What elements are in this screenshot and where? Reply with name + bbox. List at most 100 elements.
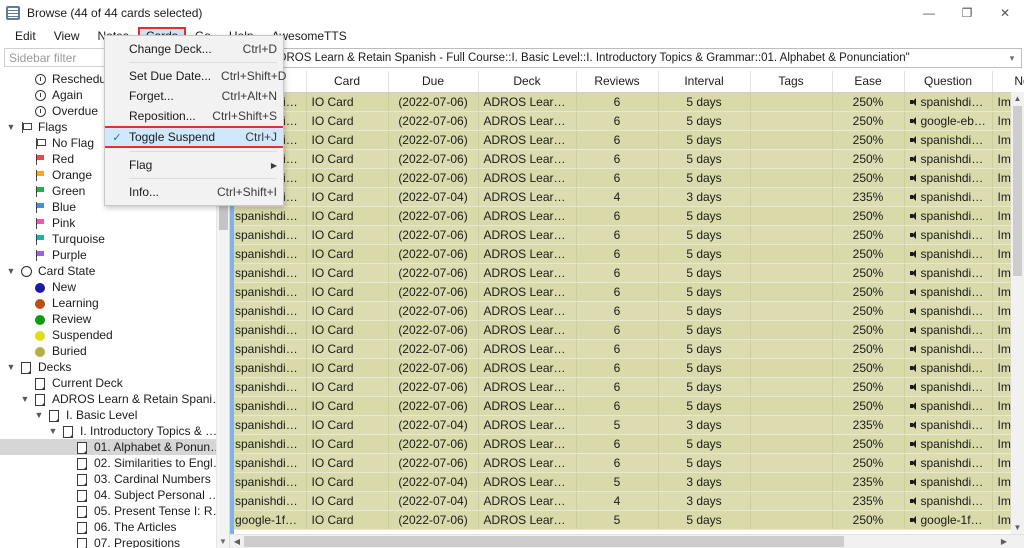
cell-deck[interactable]: ADROS Learn &... (478, 320, 577, 340)
cell-tags[interactable] (750, 320, 833, 340)
sidebar-item-02-similarities-to-english[interactable]: 02. Similarities to English & ... (0, 455, 229, 471)
cell-card[interactable]: IO Card (306, 130, 389, 150)
cell-tags[interactable] (750, 339, 833, 359)
cell-ease[interactable]: 250% (832, 320, 905, 340)
cell-interval[interactable]: 5 days (658, 282, 751, 302)
cell-sort-field[interactable]: spanishdict-1c... (230, 396, 307, 416)
table-row[interactable]: spanishdict-5a...IO Card(2022-07-06)ADRO… (230, 92, 1024, 112)
cell-deck[interactable]: ADROS Learn &... (478, 149, 577, 169)
cell-due[interactable]: (2022-07-06) (388, 301, 479, 321)
cell-due[interactable]: (2022-07-06) (388, 149, 479, 169)
cell-card[interactable]: IO Card (306, 187, 389, 207)
cell-question[interactable]: spanishdict-... (904, 396, 993, 416)
cell-question[interactable]: spanishdict-... (904, 187, 993, 207)
cell-ease[interactable]: 250% (832, 434, 905, 454)
cell-reviews[interactable]: 6 (576, 206, 659, 226)
table-row[interactable]: spanishdict-00...IO Card(2022-07-06)ADRO… (230, 263, 1024, 283)
cell-sort-field[interactable]: spanishdict-6fb... (230, 491, 307, 511)
cell-tags[interactable] (750, 358, 833, 378)
table-row[interactable]: spanishdict-7f0...IO Card(2022-07-04)ADR… (230, 187, 1024, 207)
cell-reviews[interactable]: 5 (576, 510, 659, 530)
cell-due[interactable]: (2022-07-06) (388, 92, 479, 112)
table-row[interactable]: spanishdict-eb...IO Card(2022-07-06)ADRO… (230, 453, 1024, 473)
cell-question[interactable]: spanishdict-... (904, 225, 993, 245)
table-row[interactable]: spanishdict-a0...IO Card(2022-07-06)ADRO… (230, 244, 1024, 264)
vertical-scrollbar-thumb[interactable] (1013, 106, 1022, 276)
table-row[interactable]: spanishdict-81f...IO Card(2022-07-06)ADR… (230, 301, 1024, 321)
cell-due[interactable]: (2022-07-06) (388, 111, 479, 131)
sidebar-item-purple[interactable]: Purple (0, 247, 229, 263)
cell-ease[interactable]: 250% (832, 225, 905, 245)
cell-tags[interactable] (750, 434, 833, 454)
cell-ease[interactable]: 250% (832, 130, 905, 150)
cell-deck[interactable]: ADROS Learn &... (478, 339, 577, 359)
cell-tags[interactable] (750, 491, 833, 511)
cell-deck[interactable]: ADROS Learn &... (478, 282, 577, 302)
cell-interval[interactable]: 5 days (658, 225, 751, 245)
table-row[interactable]: spanishdict-7e...IO Card(2022-07-06)ADRO… (230, 358, 1024, 378)
close-button[interactable]: ✕ (986, 0, 1024, 26)
cell-card[interactable]: IO Card (306, 301, 389, 321)
cell-card[interactable]: IO Card (306, 472, 389, 492)
cell-tags[interactable] (750, 282, 833, 302)
cell-interval[interactable]: 3 days (658, 415, 751, 435)
table-row[interactable]: spanishdict-dc...IO Card(2022-07-06)ADRO… (230, 339, 1024, 359)
sidebar-item-03-cardinal-numbers[interactable]: 03. Cardinal Numbers (0, 471, 229, 487)
cell-tags[interactable] (750, 225, 833, 245)
cell-question[interactable]: spanishdict-... (904, 168, 993, 188)
cell-tags[interactable] (750, 206, 833, 226)
cell-deck[interactable]: ADROS Learn &... (478, 111, 577, 131)
cell-ease[interactable]: 235% (832, 415, 905, 435)
cell-card[interactable]: IO Card (306, 377, 389, 397)
cell-interval[interactable]: 5 days (658, 377, 751, 397)
chevron-down-icon[interactable]: ▼ (4, 263, 18, 279)
cell-interval[interactable]: 3 days (658, 472, 751, 492)
cell-sort-field[interactable]: spanishdict-0e... (230, 434, 307, 454)
sidebar-item-01-alphabet-ponunciation[interactable]: 01. Alphabet & Ponunciation (0, 439, 229, 455)
cell-sort-field[interactable]: spanishdict-2a... (230, 206, 307, 226)
cell-question[interactable]: google-eb6e... (904, 111, 993, 131)
cell-sort-field[interactable]: spanishdict-a0... (230, 244, 307, 264)
cell-due[interactable]: (2022-07-04) (388, 491, 479, 511)
sidebar-item-07-prepositions[interactable]: 07. Prepositions (0, 535, 229, 548)
cell-due[interactable]: (2022-07-06) (388, 510, 479, 530)
cell-reviews[interactable]: 6 (576, 282, 659, 302)
cell-ease[interactable]: 250% (832, 111, 905, 131)
cell-due[interactable]: (2022-07-06) (388, 434, 479, 454)
cell-reviews[interactable]: 6 (576, 377, 659, 397)
scroll-down-icon[interactable]: ▼ (1011, 521, 1024, 534)
cell-ease[interactable]: 250% (832, 282, 905, 302)
cell-question[interactable]: spanishdict-... (904, 491, 993, 511)
column-header-tags[interactable]: Tags (750, 71, 833, 93)
cell-interval[interactable]: 5 days (658, 453, 751, 473)
menu-item-toggle-suspend[interactable]: ✓ Toggle Suspend Ctrl+J (105, 126, 283, 148)
cell-tags[interactable] (750, 130, 833, 150)
cell-reviews[interactable]: 4 (576, 187, 659, 207)
cell-tags[interactable] (750, 396, 833, 416)
cell-tags[interactable] (750, 377, 833, 397)
cell-card[interactable]: IO Card (306, 434, 389, 454)
menu-view[interactable]: View (45, 26, 89, 47)
table-horizontal-scrollbar[interactable]: ◀ ▶ (230, 534, 1024, 548)
cell-sort-field[interactable]: spanishdict-eb... (230, 377, 307, 397)
scroll-left-icon[interactable]: ◀ (230, 535, 244, 548)
table-row[interactable]: spanishdict-22...IO Card(2022-07-06)ADRO… (230, 130, 1024, 150)
cell-ease[interactable]: 250% (832, 339, 905, 359)
menu-item-flag[interactable]: Flag ▶ (105, 155, 283, 175)
cell-tags[interactable] (750, 510, 833, 530)
column-header-note[interactable]: No (992, 71, 1024, 93)
cell-ease[interactable]: 250% (832, 244, 905, 264)
cell-card[interactable]: IO Card (306, 111, 389, 131)
table-row[interactable]: spanishdict-60f...IO Card(2022-07-04)ADR… (230, 472, 1024, 492)
cell-due[interactable]: (2022-07-06) (388, 396, 479, 416)
horizontal-scrollbar-thumb[interactable] (244, 536, 844, 547)
cell-deck[interactable]: ADROS Learn &... (478, 434, 577, 454)
menu-item-set-due-date[interactable]: Set Due Date... Ctrl+Shift+D (105, 66, 286, 86)
cell-deck[interactable]: ADROS Learn &... (478, 491, 577, 511)
table-row[interactable]: spanishdict-c3...IO Card(2022-07-06)ADRO… (230, 225, 1024, 245)
cell-tags[interactable] (750, 301, 833, 321)
menu-item-forget[interactable]: Forget... Ctrl+Alt+N (105, 86, 283, 106)
chevron-down-icon[interactable]: ▼ (18, 391, 32, 407)
cell-due[interactable]: (2022-07-06) (388, 377, 479, 397)
cell-ease[interactable]: 250% (832, 168, 905, 188)
